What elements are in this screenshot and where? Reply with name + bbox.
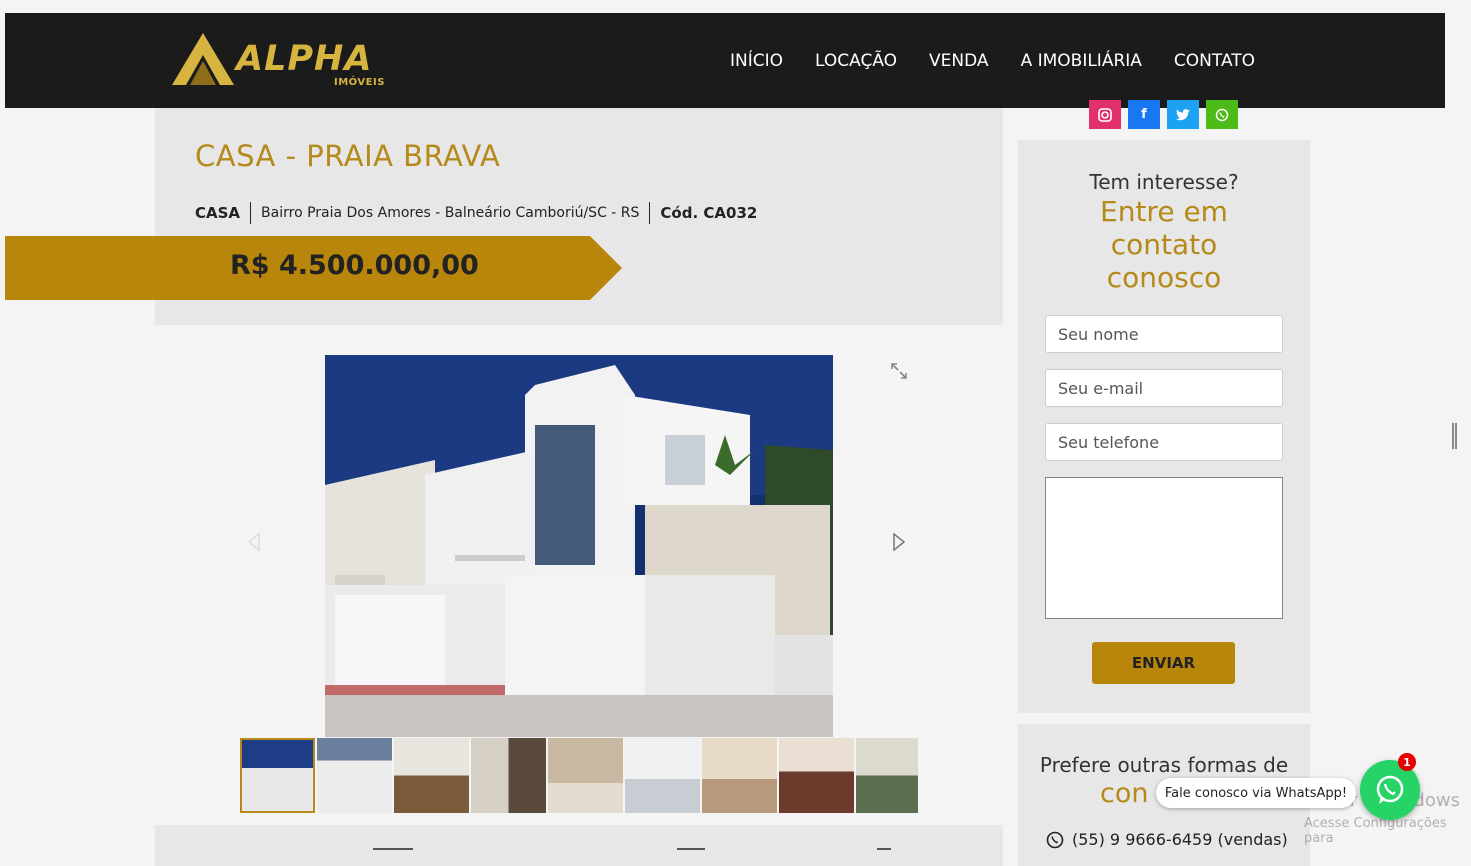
social-links: f bbox=[1089, 100, 1238, 129]
property-type: CASA bbox=[195, 204, 241, 222]
property-location: Bairro Praia Dos Amores - Balneário Camb… bbox=[261, 205, 640, 221]
form-cta-text: Entre em contato conosco bbox=[1100, 195, 1228, 294]
gallery-thumbnail[interactable] bbox=[856, 738, 918, 813]
brand-name: ALPHA bbox=[236, 39, 373, 79]
gallery-thumbnail[interactable] bbox=[240, 738, 315, 813]
activate-windows-sub: Acesse Configurações para bbox=[1304, 816, 1447, 846]
main-nav: INÍCIO LOCAÇÃO VENDA A IMOBILIÁRIA CONTA… bbox=[730, 51, 1255, 71]
area-icon bbox=[877, 848, 891, 866]
nav-item-inicio[interactable]: INÍCIO bbox=[730, 51, 783, 71]
brand-logo[interactable]: ALPHA IMÓVEIS bbox=[172, 31, 412, 91]
nav-item-venda[interactable]: VENDA bbox=[929, 51, 989, 71]
sales-phone[interactable]: (55) 9 9666-6459 (vendas) bbox=[1046, 830, 1288, 849]
whatsapp-icon bbox=[1376, 775, 1404, 804]
form-cta: Entre em contato conosco bbox=[1018, 195, 1310, 294]
phone-number: (55) 9 9666-6459 (vendas) bbox=[1072, 830, 1288, 849]
bath-icon bbox=[677, 848, 705, 866]
property-code: Cód. CA032 bbox=[660, 204, 758, 222]
gallery-thumbnail[interactable] bbox=[317, 738, 392, 813]
nav-item-locacao[interactable]: LOCAÇÃO bbox=[815, 51, 897, 71]
gallery-thumbnail[interactable] bbox=[625, 738, 700, 813]
phone-field[interactable]: Seu telefone bbox=[1045, 423, 1283, 461]
scroll-handle[interactable] bbox=[1452, 423, 1457, 449]
property-price: R$ 4.500.000,00 bbox=[230, 250, 479, 281]
gallery-thumbnails bbox=[240, 738, 918, 813]
whatsapp-bubble[interactable]: Fale conosco via WhatsApp! bbox=[1156, 778, 1356, 808]
name-field[interactable]: Seu nome bbox=[1045, 315, 1283, 353]
top-navbar: ALPHA IMÓVEIS INÍCIO LOCAÇÃO VENDA A IMO… bbox=[5, 13, 1445, 108]
instagram-icon[interactable] bbox=[1089, 100, 1121, 129]
gallery-thumbnail[interactable] bbox=[471, 738, 546, 813]
meta-divider bbox=[649, 202, 651, 224]
whatsapp-icon bbox=[1046, 831, 1064, 848]
gallery-thumbnail[interactable] bbox=[394, 738, 469, 813]
price-banner: R$ 4.500.000,00 bbox=[5, 236, 622, 300]
gallery-next-button[interactable] bbox=[892, 532, 906, 557]
gallery-thumbnail[interactable] bbox=[779, 738, 854, 813]
gallery-prev-button[interactable] bbox=[247, 532, 261, 557]
form-question: Tem interesse? bbox=[1089, 170, 1239, 194]
brand-sub: IMÓVEIS bbox=[334, 77, 385, 88]
bed-icon bbox=[373, 848, 413, 866]
nav-item-imobiliaria[interactable]: A IMOBILIÁRIA bbox=[1021, 51, 1142, 71]
meta-divider bbox=[250, 202, 252, 224]
gallery-main-image[interactable] bbox=[325, 355, 833, 737]
nav-item-contato[interactable]: CONTATO bbox=[1174, 51, 1255, 71]
gallery-thumbnail[interactable] bbox=[548, 738, 623, 813]
property-title: CASA - PRAIA BRAVA bbox=[195, 139, 501, 173]
twitter-icon[interactable] bbox=[1167, 100, 1199, 129]
whatsapp-icon[interactable] bbox=[1206, 100, 1238, 129]
notification-badge: 1 bbox=[1398, 753, 1416, 771]
property-meta: CASA Bairro Praia Dos Amores - Balneário… bbox=[195, 202, 757, 224]
features-strip bbox=[155, 825, 1003, 866]
email-field[interactable]: Seu e-mail bbox=[1045, 369, 1283, 407]
gallery-thumbnail[interactable] bbox=[702, 738, 777, 813]
logo-mark-icon bbox=[172, 33, 234, 85]
facebook-icon[interactable]: f bbox=[1128, 100, 1160, 129]
other-contact-question: Prefere outras formas de bbox=[1039, 753, 1289, 777]
expand-icon[interactable] bbox=[890, 362, 910, 382]
other-contact-cta: con bbox=[1100, 778, 1149, 809]
message-field[interactable] bbox=[1045, 477, 1283, 619]
send-button[interactable]: ENVIAR bbox=[1092, 642, 1235, 684]
